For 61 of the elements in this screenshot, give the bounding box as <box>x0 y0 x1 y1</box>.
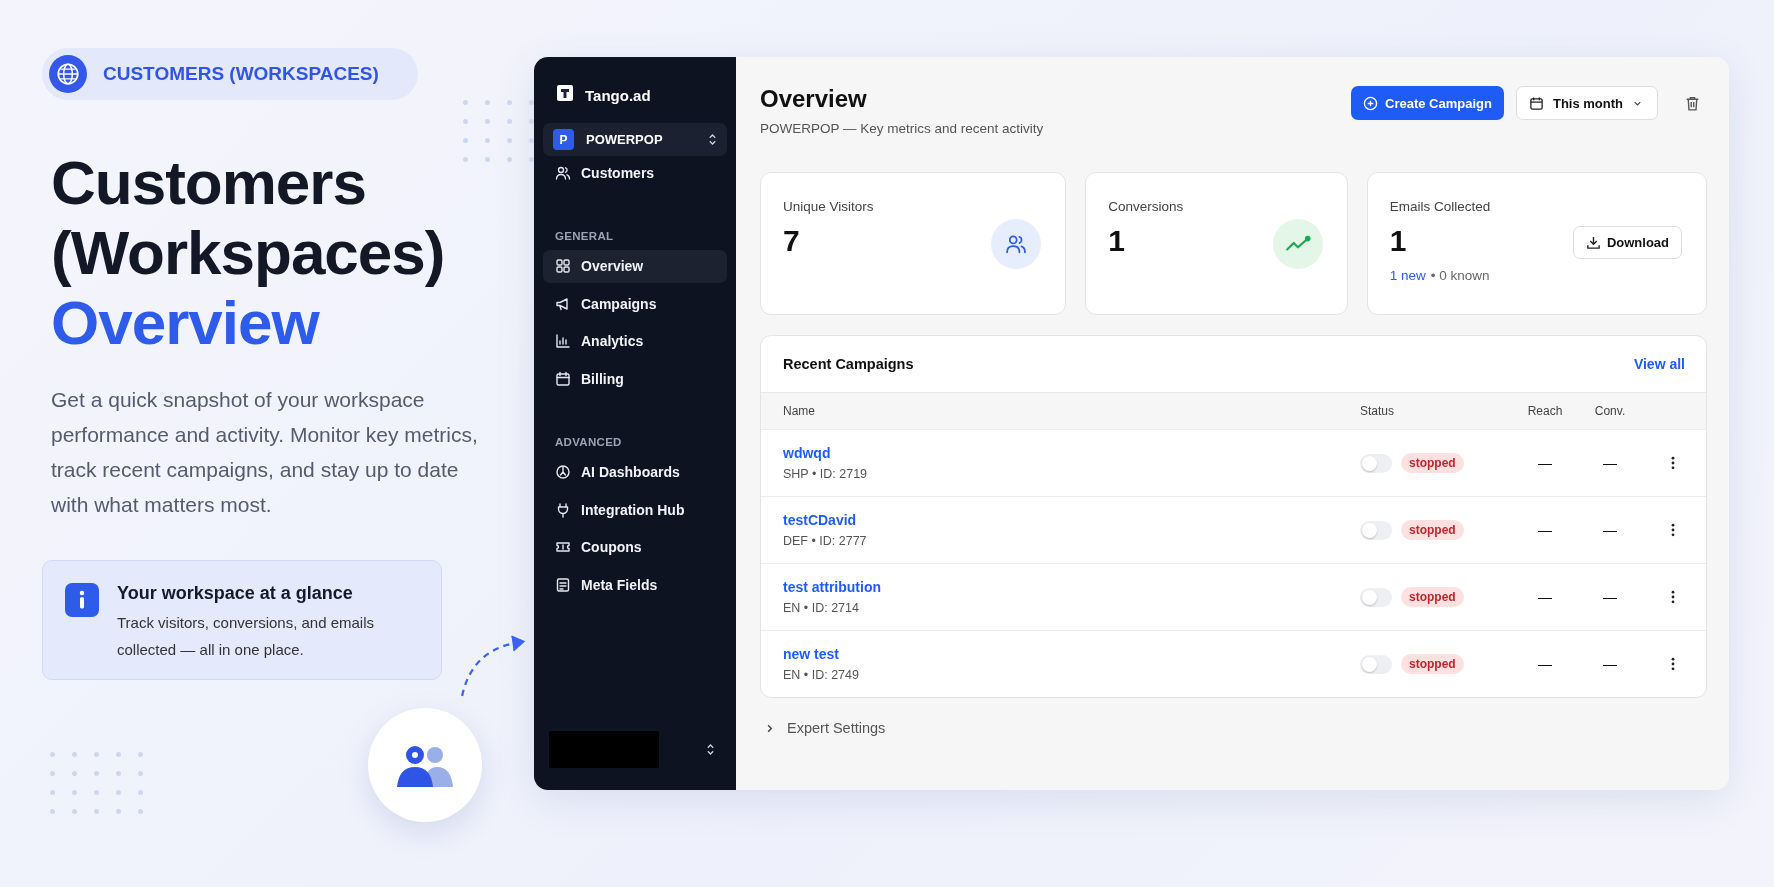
column-header: Name <box>783 404 816 418</box>
campaign-name-link[interactable]: new test <box>783 646 1360 662</box>
stat-label: Conversions <box>1108 199 1184 214</box>
page-title: Overview <box>760 84 868 114</box>
campaign-name-link[interactable]: wdwqd <box>783 445 1360 461</box>
campaign-meta: DEF • ID: 2777 <box>783 534 868 548</box>
status-badge: stopped <box>1401 453 1464 473</box>
known-count-text: • 0 known <box>1430 268 1490 283</box>
nav-item[interactable]: Meta Fields <box>543 568 727 601</box>
table-cell-text: — <box>1602 656 1618 672</box>
status-badge: stopped <box>1401 654 1464 674</box>
table-cell-text: — <box>1537 522 1553 538</box>
campaign-meta: EN • ID: 2714 <box>783 601 860 615</box>
stat-label: Unique Visitors <box>783 199 874 214</box>
new-count-link[interactable]: 1 new <box>1389 268 1426 283</box>
nav-item[interactable]: Customers <box>543 156 727 189</box>
nav-item[interactable]: Analytics <box>543 324 727 358</box>
column-header: Status <box>1360 404 1396 418</box>
status-badge: stopped <box>1401 587 1464 607</box>
nav-item[interactable]: Integration Hub <box>543 493 727 526</box>
column-header: Conv. <box>1593 404 1627 418</box>
nav-item[interactable]: Billing <box>543 362 727 395</box>
column-header: Reach <box>1526 404 1564 418</box>
campaign-meta: SHP • ID: 2719 <box>783 467 869 481</box>
workspace-switcher[interactable]: P POWERPOP <box>543 123 727 156</box>
stat-value: 7 <box>783 224 801 258</box>
stat-value: 1 <box>1389 224 1408 258</box>
section-heading: GENERAL <box>554 228 615 244</box>
card-title: Recent Campaigns <box>783 356 914 372</box>
table-cell-text: — <box>1537 589 1553 605</box>
hero-title: Customers <box>51 148 367 218</box>
table-cell-text: — <box>1602 589 1618 605</box>
table-cell-text: — <box>1602 455 1618 471</box>
table-cell-text: — <box>1537 656 1553 672</box>
period-dropdown[interactable]: This month <box>1515 86 1658 120</box>
create-campaign-button[interactable]: Create Campaign <box>1351 86 1504 120</box>
hero-title-accent: Overview <box>51 288 321 358</box>
hero-title: (Workspaces) <box>51 218 446 288</box>
info-title: Your workspace at a glance <box>117 583 354 604</box>
hero-description: Get a quick snapshot of your workspace performance and activity. Monitor key metrics, track recent campaigns, and stay up to date with what matters most. <box>51 387 479 518</box>
workspace-avatar: P <box>553 129 574 150</box>
expert-settings-toggle[interactable]: Expert Settings <box>764 720 886 736</box>
view-all-link[interactable]: View all <box>1633 356 1685 372</box>
stat-label: Emails Collected <box>1389 199 1491 214</box>
nav-item[interactable]: Campaigns <box>543 287 727 320</box>
stat-value: 1 <box>1108 224 1126 258</box>
nav-item[interactable]: AI Dashboards <box>543 455 727 489</box>
table-cell-text: — <box>1602 522 1618 538</box>
brand-name: Tango.ad <box>585 86 651 104</box>
page-subtitle: POWERPOP — Key metrics and recent activity <box>760 121 1044 136</box>
campaign-name-link[interactable]: test attribution <box>783 579 1360 595</box>
campaign-name-link[interactable]: testCDavid <box>783 512 1360 528</box>
table-cell-text: — <box>1537 455 1553 471</box>
nav-item[interactable]: Coupons <box>543 530 727 564</box>
badge-text: CUSTOMERS (WORKSPACES) <box>103 63 379 85</box>
download-button[interactable]: Download <box>1572 226 1682 259</box>
status-badge: stopped <box>1401 520 1464 540</box>
info-text: Track visitors, conversions, and emails collected — all in one place. <box>117 613 376 660</box>
campaign-meta: EN • ID: 2749 <box>783 668 860 682</box>
section-heading: ADVANCED <box>554 434 623 450</box>
nav-item[interactable]: Overview <box>543 249 727 283</box>
